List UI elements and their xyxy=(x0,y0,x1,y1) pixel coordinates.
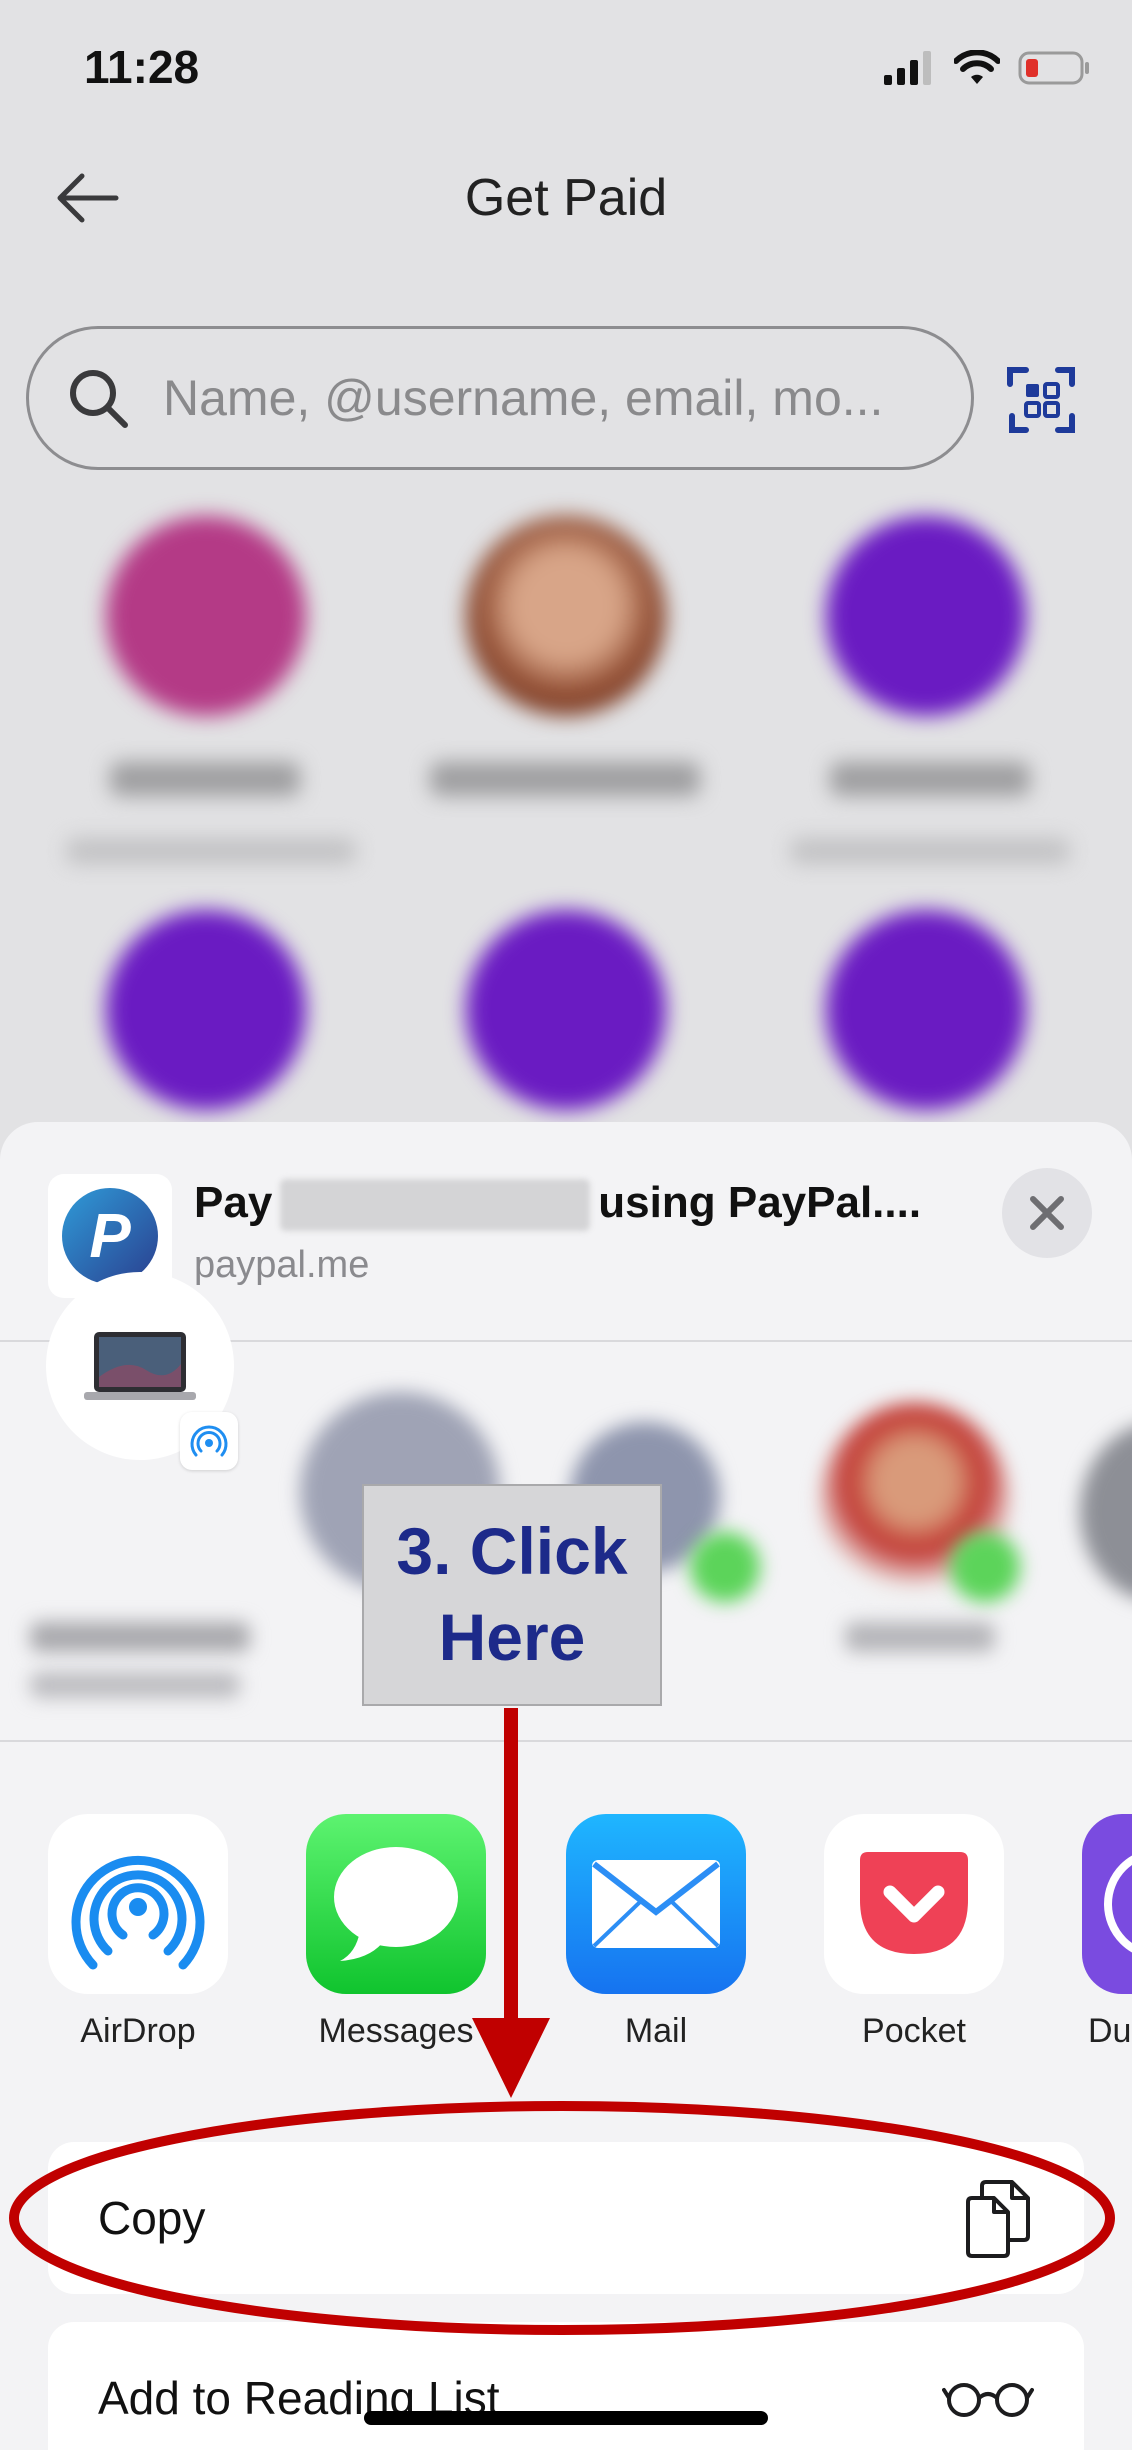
annotation-callout: 3. Click Here xyxy=(362,1484,662,1706)
annotation-arrow-head xyxy=(472,2018,550,2098)
annotation-ellipse xyxy=(9,2101,1115,2335)
annotation-overlay xyxy=(9,1708,1115,2335)
annotation-text: 3. Click Here xyxy=(396,1514,628,1674)
